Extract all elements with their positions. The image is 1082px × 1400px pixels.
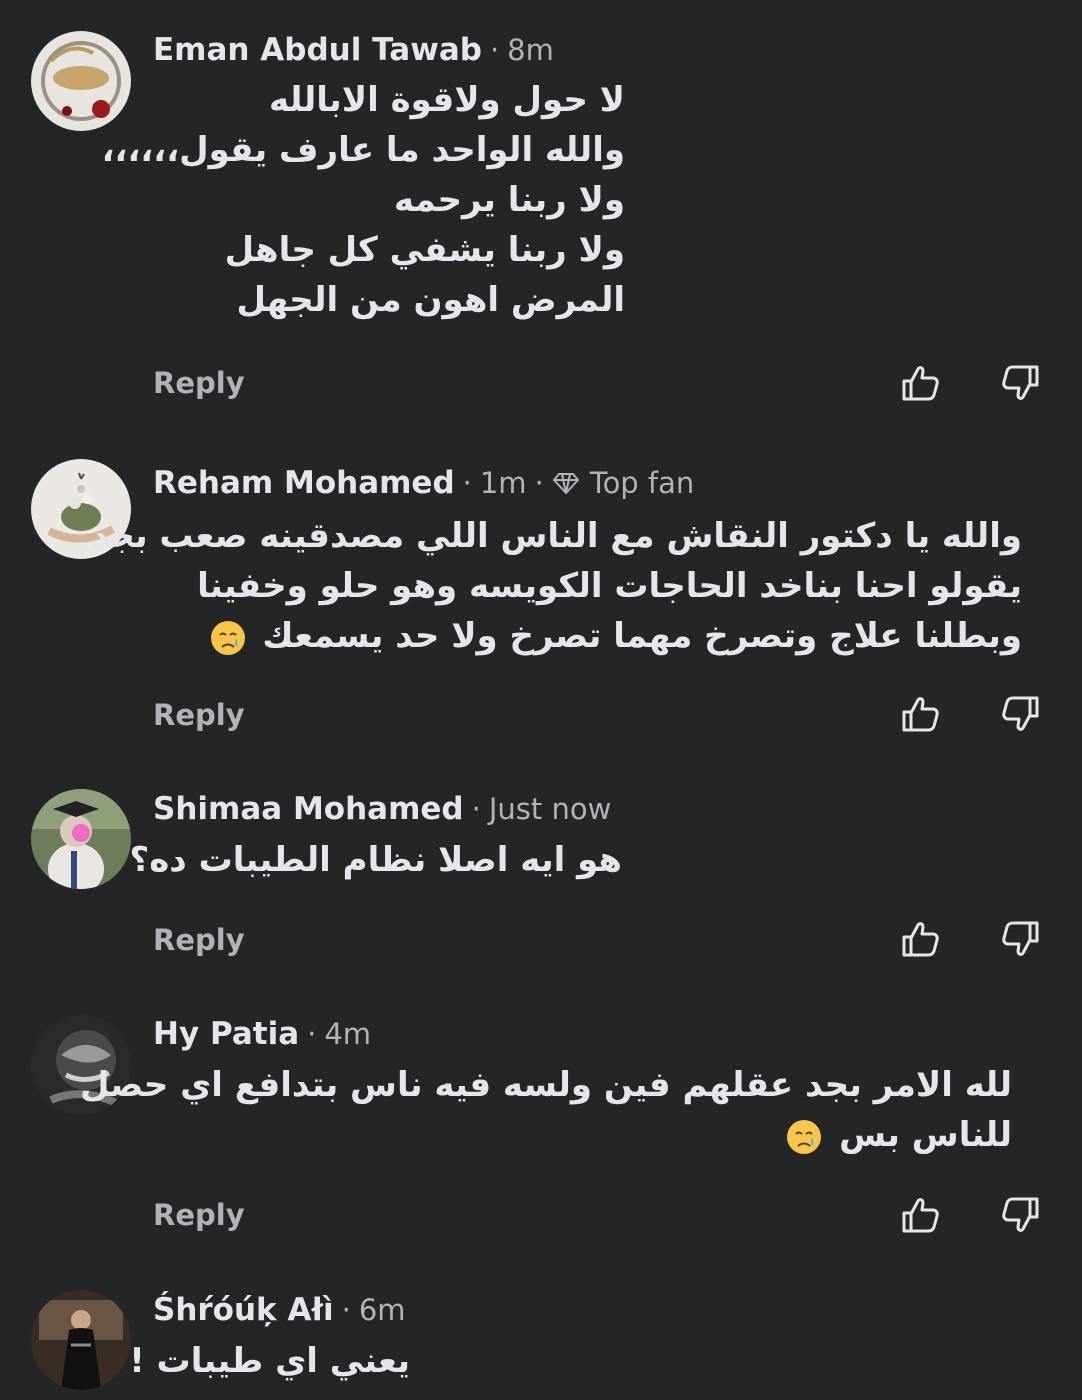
comment-time[interactable]: 4m <box>324 1017 371 1051</box>
comment-text: لله الامر بجد عقلهم فين ولسه فيه ناس بتد… <box>79 1065 1012 1155</box>
like-button[interactable] <box>898 1193 942 1237</box>
avatar-image <box>31 789 131 889</box>
comment-time[interactable]: 8m <box>507 33 554 67</box>
comment-text: يعني اي طيبات ! <box>129 1341 410 1381</box>
thumbs-up-icon <box>902 697 939 732</box>
reply-button[interactable]: Reply <box>153 366 245 400</box>
comment-text: والله يا دكتور النقاش مع الناس اللي مصدق… <box>90 516 1022 656</box>
avatar[interactable] <box>31 789 131 889</box>
comment-time[interactable]: Just now <box>489 792 611 826</box>
dislike-button[interactable] <box>999 361 1043 405</box>
crying-face-emoji <box>787 1119 822 1154</box>
thumbs-down-icon <box>1002 365 1039 400</box>
reply-button[interactable]: Reply <box>153 698 245 732</box>
thumbs-down-icon <box>1002 1197 1039 1232</box>
like-button[interactable] <box>898 692 942 736</box>
dislike-button[interactable] <box>999 917 1043 961</box>
thumbs-down-icon <box>1002 921 1039 956</box>
comment-meta: · 1m · Top fan <box>462 466 695 500</box>
dislike-button[interactable] <box>999 692 1043 736</box>
diamond-icon <box>552 473 579 494</box>
thumbs-up-icon <box>902 922 939 957</box>
comment-text: هو ايه اصلا نظام الطيبات ده؟ <box>129 840 623 880</box>
comment-text: لا حول ولاقوة الابالله والله الواحد ما ع… <box>101 80 625 320</box>
comment-meta: · 6m <box>341 1293 406 1327</box>
like-button[interactable] <box>898 361 942 405</box>
comment-time[interactable]: 1m <box>480 466 527 500</box>
top-fan-badge: Top fan <box>589 466 695 500</box>
comment-author[interactable]: Śhŕóúķ Ałì <box>153 1292 334 1328</box>
comment-meta: · 8m <box>489 33 554 67</box>
comment-meta: · 4m <box>307 1017 372 1051</box>
comment-author[interactable]: Reham Mohamed <box>153 465 455 501</box>
crying-face-emoji <box>210 620 245 655</box>
avatar-image <box>31 1290 131 1390</box>
dislike-button[interactable] <box>999 1193 1043 1237</box>
thumbs-down-icon <box>1002 696 1039 731</box>
comment-author[interactable]: Eman Abdul Tawab <box>153 32 482 68</box>
reply-button[interactable]: Reply <box>153 1198 245 1232</box>
thumbs-up-icon <box>902 1198 939 1233</box>
comment-author[interactable]: Shimaa Mohamed <box>153 791 464 827</box>
thumbs-up-icon <box>902 366 939 401</box>
reply-button[interactable]: Reply <box>153 923 245 957</box>
comment-meta: · Just now <box>471 792 612 826</box>
comment-time[interactable]: 6m <box>359 1293 406 1327</box>
avatar[interactable] <box>31 1290 131 1390</box>
comment-author[interactable]: Hy Patia <box>153 1016 299 1052</box>
like-button[interactable] <box>898 917 942 961</box>
